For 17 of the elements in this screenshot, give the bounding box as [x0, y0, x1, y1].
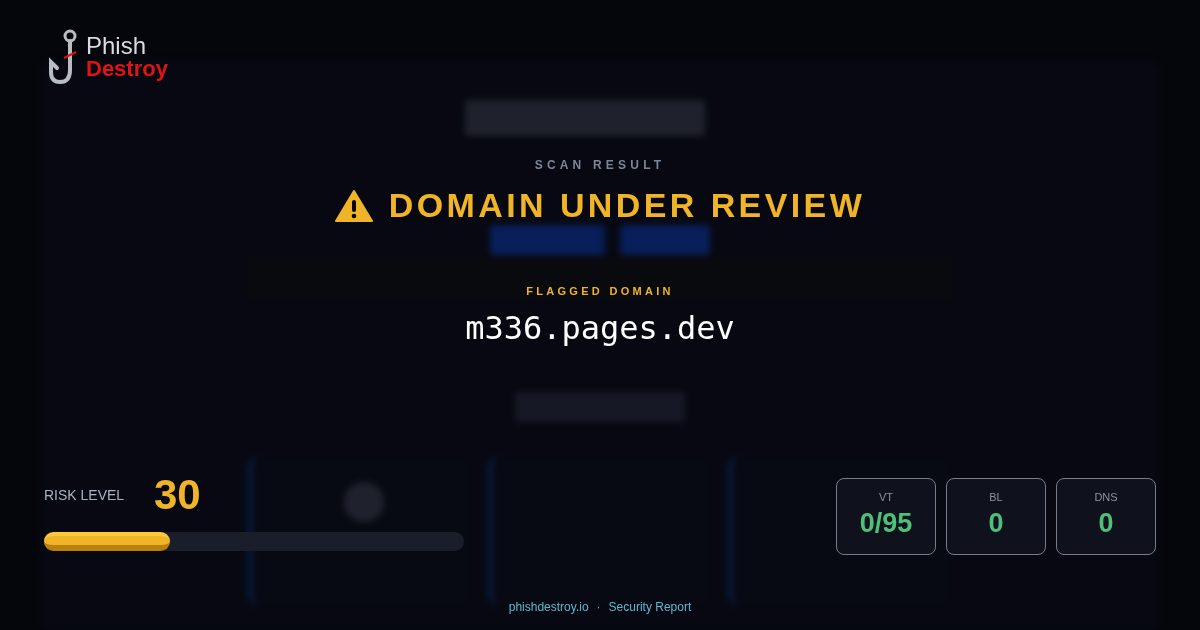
stat-value: 0 — [1098, 509, 1114, 537]
logo-text: Destroy — [86, 58, 168, 80]
website-link[interactable]: phishdestroy.io — [508, 598, 589, 616]
logo-text: Phish — [86, 34, 148, 58]
stat-value: 0 — [988, 509, 1004, 537]
scan-result-label: SCAN RESULT — [534, 157, 666, 174]
domain-name: m336.pages.dev — [465, 307, 735, 349]
risk-level-label: RISK LEVEL — [44, 485, 126, 505]
stat-label: BL — [989, 490, 1003, 505]
separator-text: · — [596, 599, 601, 616]
stat-label: VT — [878, 490, 894, 505]
risk-score: 30 — [154, 474, 201, 516]
stat-label: DNS — [1094, 490, 1118, 505]
verdict-title: DOMAIN UNDER REVIEW — [388, 185, 866, 226]
flagged-domain-label: FLAGGED DOMAIN — [526, 284, 674, 299]
stat-value: 0/95 — [859, 509, 913, 537]
report-label: Security Report — [608, 599, 692, 616]
